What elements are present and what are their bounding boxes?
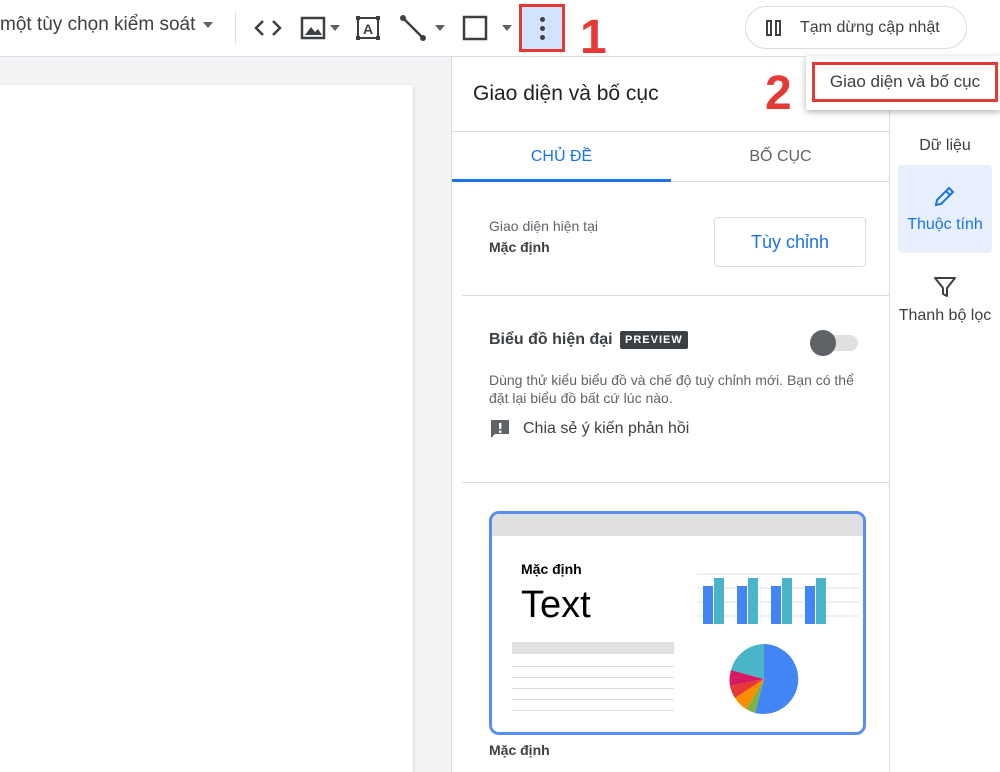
chevron-down-icon <box>435 25 445 31</box>
chevron-down-icon <box>203 22 214 28</box>
text-box-icon: A <box>356 16 380 40</box>
rail-item-filter-bar[interactable]: Thanh bộ lọc <box>898 275 992 347</box>
chevron-down-icon <box>330 25 340 31</box>
modern-charts-description: Dùng thử kiểu biểu đồ và chế độ tuỳ chỉn… <box>489 372 854 406</box>
more-vert-icon <box>539 16 545 40</box>
properties-rail: Dữ liệu Thuộc tính Thanh bộ lọc <box>890 57 1000 772</box>
modern-charts-section: Biểu đồ hiện đại PREVIEW Dùng thử kiểu b… <box>462 296 890 483</box>
pause-icon <box>766 19 781 36</box>
pause-updates-button[interactable]: Tạm dừng cập nhật <box>745 6 967 49</box>
current-theme-value: Mặc định <box>489 239 550 255</box>
preview-badge: PREVIEW <box>620 331 688 349</box>
card-theme-name: Mặc định <box>521 561 582 577</box>
tab-layout[interactable]: BỐ CỤC <box>671 132 890 181</box>
share-feedback-label: Chia sẻ ý kiến phản hồi <box>523 420 690 437</box>
text-box-button[interactable]: A <box>354 10 382 46</box>
image-button[interactable] <box>297 10 343 46</box>
add-control-dropdown[interactable]: một tùy chọn kiểm soát <box>0 14 214 36</box>
customize-button[interactable]: Tùy chỉnh <box>714 217 866 267</box>
line-icon <box>400 15 426 41</box>
current-theme-label: Giao diện hiện tại <box>489 218 598 234</box>
card-sample-text: Text <box>521 584 591 626</box>
rectangle-icon <box>462 15 488 41</box>
feedback-icon <box>491 420 509 438</box>
code-icon <box>254 20 282 36</box>
report-canvas <box>0 57 451 772</box>
modern-charts-title: Biểu đồ hiện đại <box>489 331 613 348</box>
pencil-icon <box>934 186 955 207</box>
line-button[interactable] <box>396 10 448 46</box>
toolbar: một tùy chọn kiểm soát A 1 Tạm dừng cập … <box>0 0 1000 62</box>
embed-code-button[interactable] <box>252 10 284 46</box>
tab-theme[interactable]: CHỦ ĐỀ <box>452 132 671 182</box>
toolbar-divider <box>235 12 236 44</box>
share-feedback-link[interactable]: Chia sẻ ý kiến phản hồi <box>489 418 689 440</box>
shape-button[interactable] <box>461 10 513 46</box>
rail-item-properties[interactable]: Thuộc tính <box>898 165 992 253</box>
default-theme-card[interactable]: Mặc định Text <box>489 511 866 735</box>
panel-title: Giao diện và bố cục <box>473 82 659 105</box>
theme-layout-panel: Giao diện và bố cục CHỦ ĐỀ BỐ CỤC Giao d… <box>451 57 890 772</box>
pause-updates-label: Tạm dừng cập nhật <box>800 18 940 36</box>
chevron-down-icon <box>502 25 512 31</box>
report-page[interactable] <box>0 85 413 772</box>
card-caption: Mặc định <box>489 742 550 758</box>
more-options-button[interactable] <box>519 4 565 52</box>
filter-icon <box>934 277 956 297</box>
card-sample-bar-chart <box>697 573 859 624</box>
svg-text:A: A <box>363 21 373 37</box>
card-sample-table <box>512 642 674 721</box>
rail-item-data-label: Dữ liệu <box>919 137 971 154</box>
add-control-label: một tùy chọn kiểm soát <box>0 14 196 35</box>
toggle-knob <box>810 330 836 356</box>
step-2-annotation: 2 <box>765 67 792 120</box>
card-header-bar <box>492 514 863 536</box>
current-theme-section: Giao diện hiện tại Mặc định Tùy chỉnh <box>462 182 890 296</box>
card-sample-pie-chart <box>729 644 799 714</box>
rail-item-properties-label: Thuộc tính <box>907 216 983 233</box>
step-1-annotation: 1 <box>580 11 607 64</box>
modern-charts-toggle[interactable] <box>810 330 862 356</box>
more-options-menu: Giao diện và bố cục <box>806 56 1000 110</box>
rail-item-filter-bar-label: Thanh bộ lọc <box>898 307 992 324</box>
panel-tabs: CHỦ ĐỀ BỐ CỤC <box>452 131 890 182</box>
rail-item-data[interactable]: Dữ liệu <box>898 113 992 155</box>
menu-item-theme-layout[interactable]: Giao diện và bố cục <box>812 62 998 102</box>
image-icon <box>300 16 326 40</box>
